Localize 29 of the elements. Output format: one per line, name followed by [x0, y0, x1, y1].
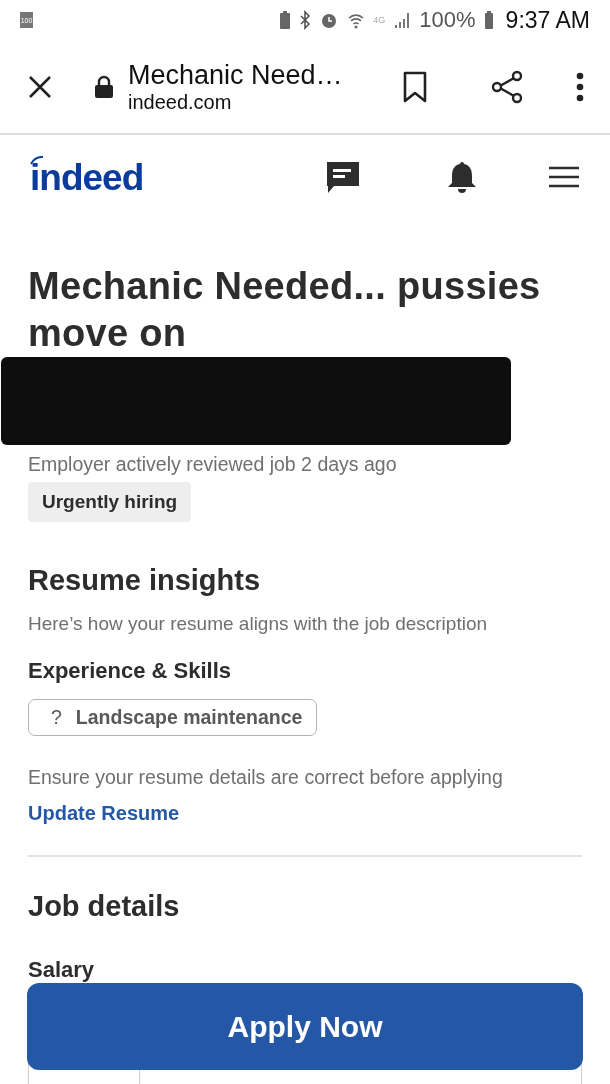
resume-note: Ensure your resume details are correct before applying — [28, 766, 504, 789]
subsection-heading: Experience & Skills — [28, 658, 232, 684]
lock-icon — [94, 74, 114, 99]
signal-icon — [393, 10, 412, 30]
section-heading: Resume insights — [28, 564, 262, 597]
job-tag: Urgently hiring — [28, 482, 192, 522]
page-title: Mechanic Need… — [128, 59, 343, 91]
apply-now-button[interactable]: Apply Now — [27, 983, 583, 1070]
menu-icon[interactable] — [548, 165, 580, 189]
employer-activity-text: Employer actively reviewed job 2 days ago — [28, 453, 398, 476]
battery-percent: 100% — [419, 7, 476, 33]
salary-label: Salary — [28, 957, 96, 983]
job-title: Mechanic Needed... pussies move on — [28, 264, 542, 356]
skill-chip[interactable]: ? Landscape maintenance — [28, 699, 318, 736]
more-options-icon[interactable] — [576, 71, 584, 102]
indeed-logo[interactable]: indeed — [30, 155, 144, 199]
section-description: Here’s how your resume aligns with the job description — [28, 613, 489, 635]
message-icon[interactable] — [326, 160, 360, 194]
battery-icon — [483, 10, 494, 30]
share-icon[interactable] — [490, 69, 524, 104]
update-resume-link[interactable]: Update Resume — [28, 802, 180, 825]
battery-saver-icon — [279, 10, 292, 30]
clock-time: 9:37 AM — [505, 6, 590, 34]
network-type-label: 4G — [373, 15, 386, 25]
notification-bell-icon[interactable] — [446, 160, 478, 194]
bluetooth-icon — [299, 10, 312, 30]
section-heading: Job details — [28, 890, 181, 923]
bookmark-icon[interactable] — [402, 70, 428, 103]
page-url: indeed.com — [128, 90, 233, 114]
